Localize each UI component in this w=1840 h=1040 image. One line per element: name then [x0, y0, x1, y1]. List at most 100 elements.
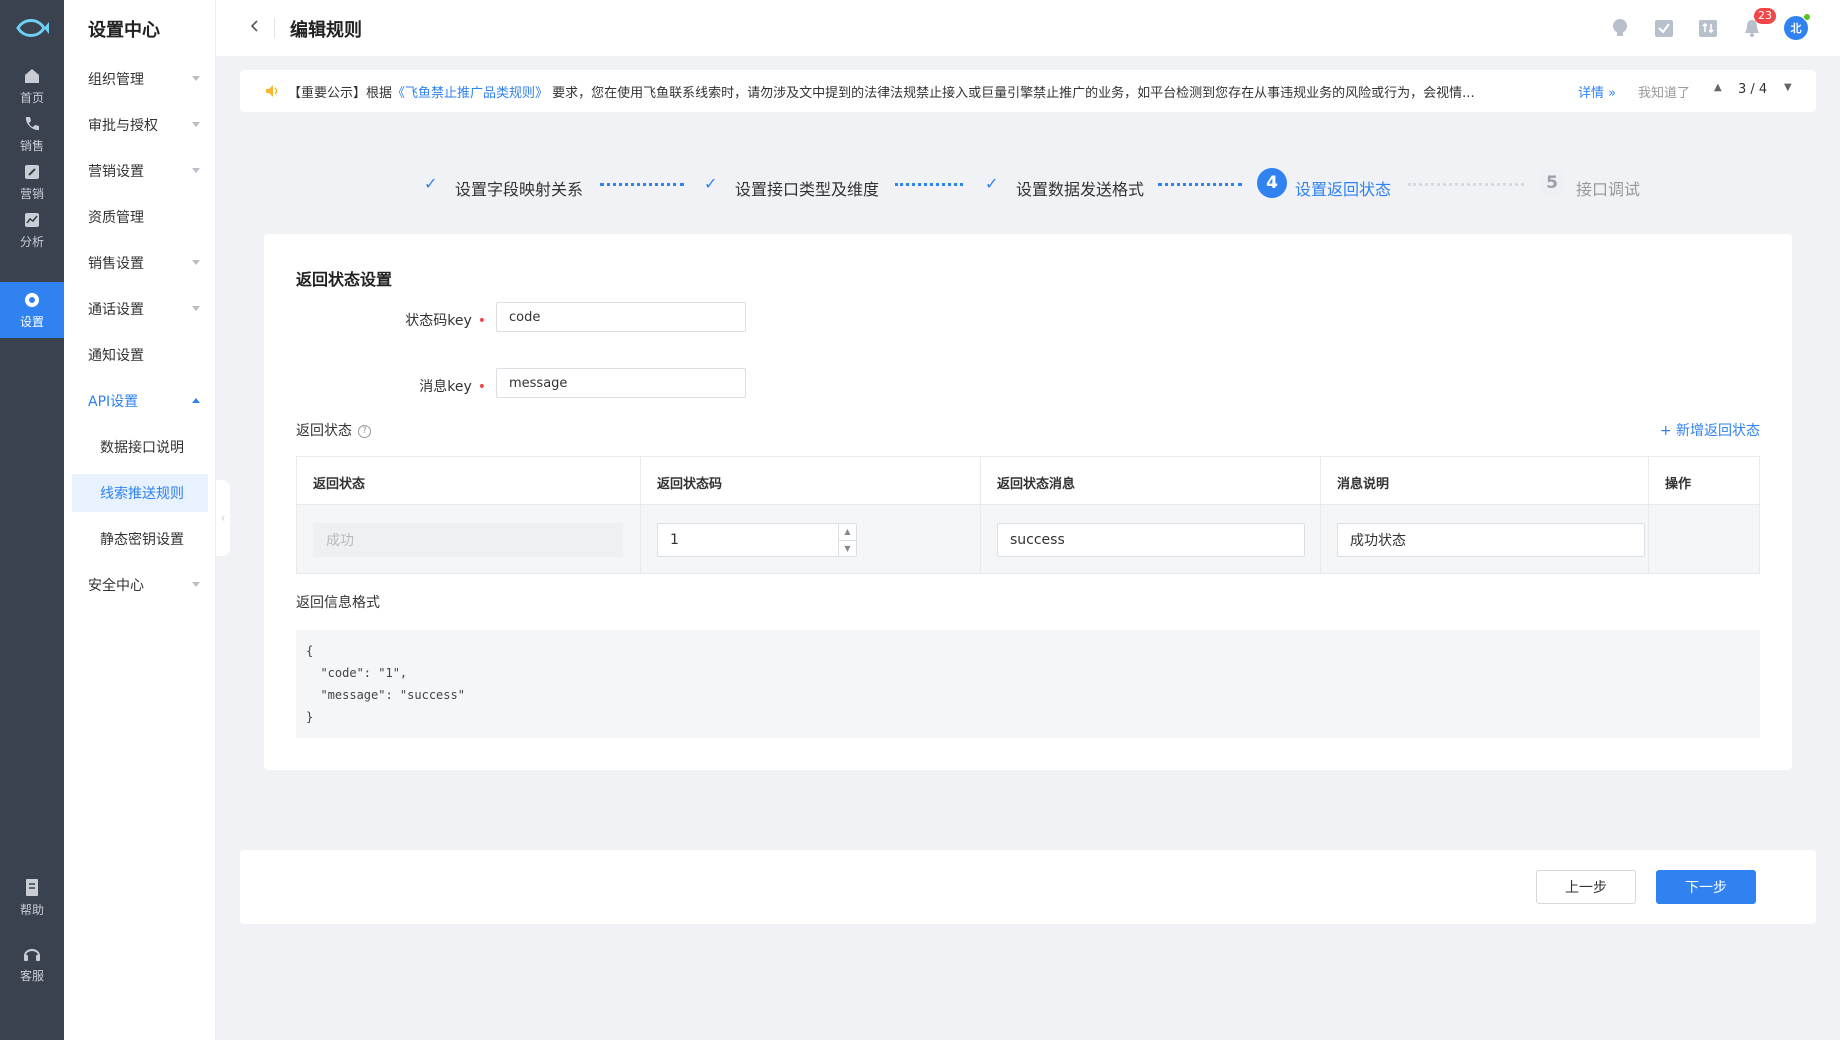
rail-item-support[interactable]: 客服 [0, 936, 64, 992]
return-status-table: 返回状态 返回状态码 返回状态消息 消息说明 操作 成功 1 ▲ ▼ succe… [296, 456, 1760, 574]
message-key-input[interactable]: message [496, 368, 746, 398]
step-connector [1408, 183, 1524, 186]
step-label: 设置接口类型及维度 [735, 180, 880, 199]
message-key-label: 消息key • [264, 376, 486, 396]
chevron-down-icon[interactable]: ▼ [1784, 82, 1792, 93]
notice-rules-link[interactable]: 《飞鱼禁止推广品类规则》 [392, 86, 548, 101]
step-label: 设置数据发送格式 [1016, 180, 1145, 199]
menu-item-label: API设置 [88, 394, 139, 410]
notice-pager: 3 / 4 [1738, 82, 1768, 97]
menu-item-label: 线索推送规则 [100, 486, 184, 502]
notice-detail-link[interactable]: 详情 » [1578, 82, 1616, 101]
column-divider [1648, 457, 1649, 573]
menu-item-org[interactable]: 组织管理 [64, 60, 216, 98]
book-icon [21, 878, 43, 898]
menu-item-label: 审批与授权 [88, 118, 158, 134]
return-status-title-text: 返回状态 [296, 423, 352, 439]
menu-item-label: 静态密钥设置 [100, 532, 184, 548]
notice-body: 要求，您在使用飞鱼联系线索时，请勿涉及文中提到的法律法规禁止接入或巨量引擎禁止推… [552, 86, 1475, 101]
chevron-up-icon [192, 398, 200, 403]
return-format-code-block: { "code": "1", "message": "success" } [296, 630, 1760, 738]
chart-icon [21, 210, 43, 230]
rail-item-label: 销售 [19, 139, 44, 153]
settings-menu: 设置中心 组织管理 审批与授权 营销设置 资质管理 销售设置 通话设置 通知设置… [64, 0, 216, 1040]
fish-logo-icon[interactable] [14, 14, 50, 42]
status-key-label: 状态码key • [264, 310, 486, 330]
step-label-active: 设置返回状态 [1295, 180, 1392, 199]
column-header: 返回状态 [313, 477, 366, 492]
add-return-status-button[interactable]: + 新增返回状态 [1660, 420, 1760, 440]
status-select-disabled: 成功 [313, 523, 623, 557]
menu-item-call[interactable]: 通话设置 [64, 290, 216, 328]
menu-item-approval[interactable]: 审批与授权 [64, 106, 216, 144]
message-key-label-text: 消息key [419, 379, 472, 395]
progress-steps: ✓ 设置字段映射关系 ✓ 设置接口类型及维度 ✓ 设置数据发送格式 4 设置返回… [0, 160, 1840, 208]
transfer-icon[interactable] [1696, 16, 1720, 40]
bell-icon[interactable]: 23 [1740, 8, 1776, 40]
status-key-input[interactable]: code [496, 302, 746, 332]
menu-item-sales[interactable]: 销售设置 [64, 244, 216, 282]
step-number: 5 [1537, 168, 1567, 198]
chevron-down-icon [192, 76, 200, 81]
notification-badge: 23 [1754, 8, 1776, 24]
status-message-input[interactable]: success [997, 523, 1305, 557]
menu-item-security[interactable]: 安全中心 [64, 566, 216, 604]
table-header-row: 返回状态 返回状态码 返回状态消息 消息说明 操作 [297, 457, 1759, 505]
status-code-stepper[interactable]: 1 ▲ ▼ [657, 523, 857, 557]
rail-item-help[interactable]: 帮助 [0, 870, 64, 926]
task-check-icon[interactable] [1652, 16, 1676, 40]
chevron-down-icon [192, 260, 200, 265]
page-title: 编辑规则 [290, 20, 362, 41]
rail-item-label: 设置 [19, 315, 44, 329]
menu-item-notification[interactable]: 通知设置 [64, 336, 216, 374]
rail-item-analytics[interactable]: 分析 [0, 202, 64, 258]
step-connector [600, 183, 684, 186]
help-icon[interactable]: ? [358, 424, 371, 438]
rail-item-settings[interactable]: 设置 [0, 282, 64, 338]
required-mark: • [477, 379, 486, 395]
column-header: 操作 [1665, 477, 1692, 492]
notice-dismiss-button[interactable]: 我知道了 [1638, 82, 1690, 101]
menu-item-label: 数据接口说明 [100, 440, 184, 456]
action-bar: 上一步 下一步 [240, 850, 1816, 924]
check-icon: ✓ [985, 174, 999, 193]
section-title: 返回状态设置 [296, 270, 393, 289]
menu-item-data-api-doc[interactable]: 数据接口说明 [64, 428, 216, 466]
lightbulb-icon[interactable] [1608, 16, 1632, 40]
rail-item-label: 帮助 [19, 903, 44, 917]
phone-icon [21, 114, 43, 134]
status-key-label-text: 状态码key [405, 313, 472, 329]
rail-item-label: 首页 [19, 91, 44, 105]
required-mark: • [477, 313, 486, 329]
number-stepper[interactable]: ▲ ▼ [838, 524, 856, 556]
column-divider [640, 457, 641, 573]
menu-item-static-key[interactable]: 静态密钥设置 [64, 520, 216, 558]
return-status-card: 返回状态设置 状态码key • code 消息key • message 返回状态?… [264, 234, 1792, 770]
menu-item-lead-push-rules[interactable]: 线索推送规则 [72, 474, 208, 512]
chevron-down-icon [192, 122, 200, 127]
divider [274, 18, 275, 38]
notice-banner: 【重要公示】根据《飞鱼禁止推广品类规则》 要求，您在使用飞鱼联系线索时，请勿涉及… [240, 70, 1816, 112]
menu-collapse-handle[interactable]: ‹ [216, 480, 230, 556]
menu-item-api[interactable]: API设置 [64, 382, 216, 420]
notice-text: 【重要公示】根据《飞鱼禁止推广品类规则》 要求，您在使用飞鱼联系线索时，请勿涉及… [288, 82, 1475, 101]
format-title: 返回信息格式 [296, 595, 380, 611]
chevron-down-icon[interactable]: ▼ [839, 541, 856, 557]
online-status-dot [1803, 13, 1811, 21]
notice-prefix: 【重要公示】根据 [288, 86, 393, 101]
avatar[interactable]: 北 [1784, 13, 1811, 40]
menu-item-label: 资质管理 [88, 210, 144, 226]
home-icon [21, 66, 43, 86]
step-number: 4 [1257, 168, 1287, 198]
step-label: 设置字段映射关系 [455, 180, 584, 199]
column-divider [980, 457, 981, 573]
chevron-up-icon[interactable]: ▲ [839, 524, 856, 541]
previous-step-button[interactable]: 上一步 [1536, 870, 1636, 904]
back-icon[interactable] [248, 18, 268, 38]
message-description-input[interactable]: 成功状态 [1337, 523, 1645, 557]
menu-title: 设置中心 [88, 20, 160, 41]
next-step-button[interactable]: 下一步 [1656, 870, 1756, 904]
check-icon: ✓ [704, 174, 718, 193]
chevron-up-icon[interactable]: ▲ [1714, 82, 1722, 93]
gear-icon [21, 290, 43, 310]
